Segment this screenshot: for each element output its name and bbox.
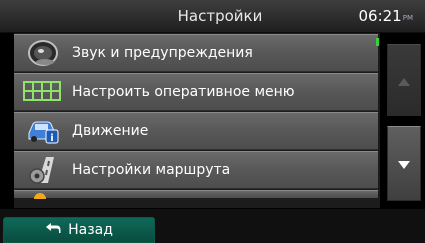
svg-text:i: i bbox=[50, 133, 53, 144]
partial-item-icon bbox=[14, 191, 72, 199]
list-item-route-settings[interactable]: Настройки маршрута bbox=[14, 151, 378, 189]
speaker-icon bbox=[14, 34, 72, 72]
back-button[interactable]: Назад bbox=[3, 217, 155, 243]
list-item-label: Движение bbox=[72, 123, 149, 139]
grid-menu-icon bbox=[14, 73, 72, 111]
arrow-up-icon bbox=[398, 71, 410, 90]
clock-ampm: PM bbox=[402, 14, 413, 22]
settings-list: Звук и предупреждения Настроить оператив… bbox=[14, 33, 380, 208]
scroll-position-indicator bbox=[376, 38, 379, 46]
scroll-up-button[interactable] bbox=[387, 44, 421, 116]
list-item-traffic[interactable]: i Движение bbox=[14, 112, 378, 150]
back-button-label: Назад bbox=[68, 222, 113, 238]
list-item-partial[interactable] bbox=[14, 190, 378, 199]
page-title: Настройки bbox=[177, 7, 263, 25]
footer-bar: Назад bbox=[0, 209, 425, 243]
clock: 06:21PM bbox=[359, 7, 414, 25]
clock-time: 06:21 bbox=[358, 7, 402, 25]
scroll-down-button[interactable] bbox=[387, 126, 421, 201]
arrow-down-icon bbox=[398, 154, 410, 173]
traffic-car-icon: i bbox=[14, 112, 72, 150]
list-item-label: Настроить оперативное меню bbox=[72, 84, 295, 100]
list-item-sound[interactable]: Звук и предупреждения bbox=[14, 34, 378, 72]
header-bar: Настройки 06:21PM bbox=[0, 0, 425, 33]
list-item-label: Настройки маршрута bbox=[72, 162, 231, 178]
back-arrow-icon bbox=[45, 222, 61, 238]
route-settings-icon bbox=[14, 151, 72, 189]
list-item-quick-menu[interactable]: Настроить оперативное меню bbox=[14, 73, 378, 111]
list-item-label: Звук и предупреждения bbox=[72, 45, 253, 61]
